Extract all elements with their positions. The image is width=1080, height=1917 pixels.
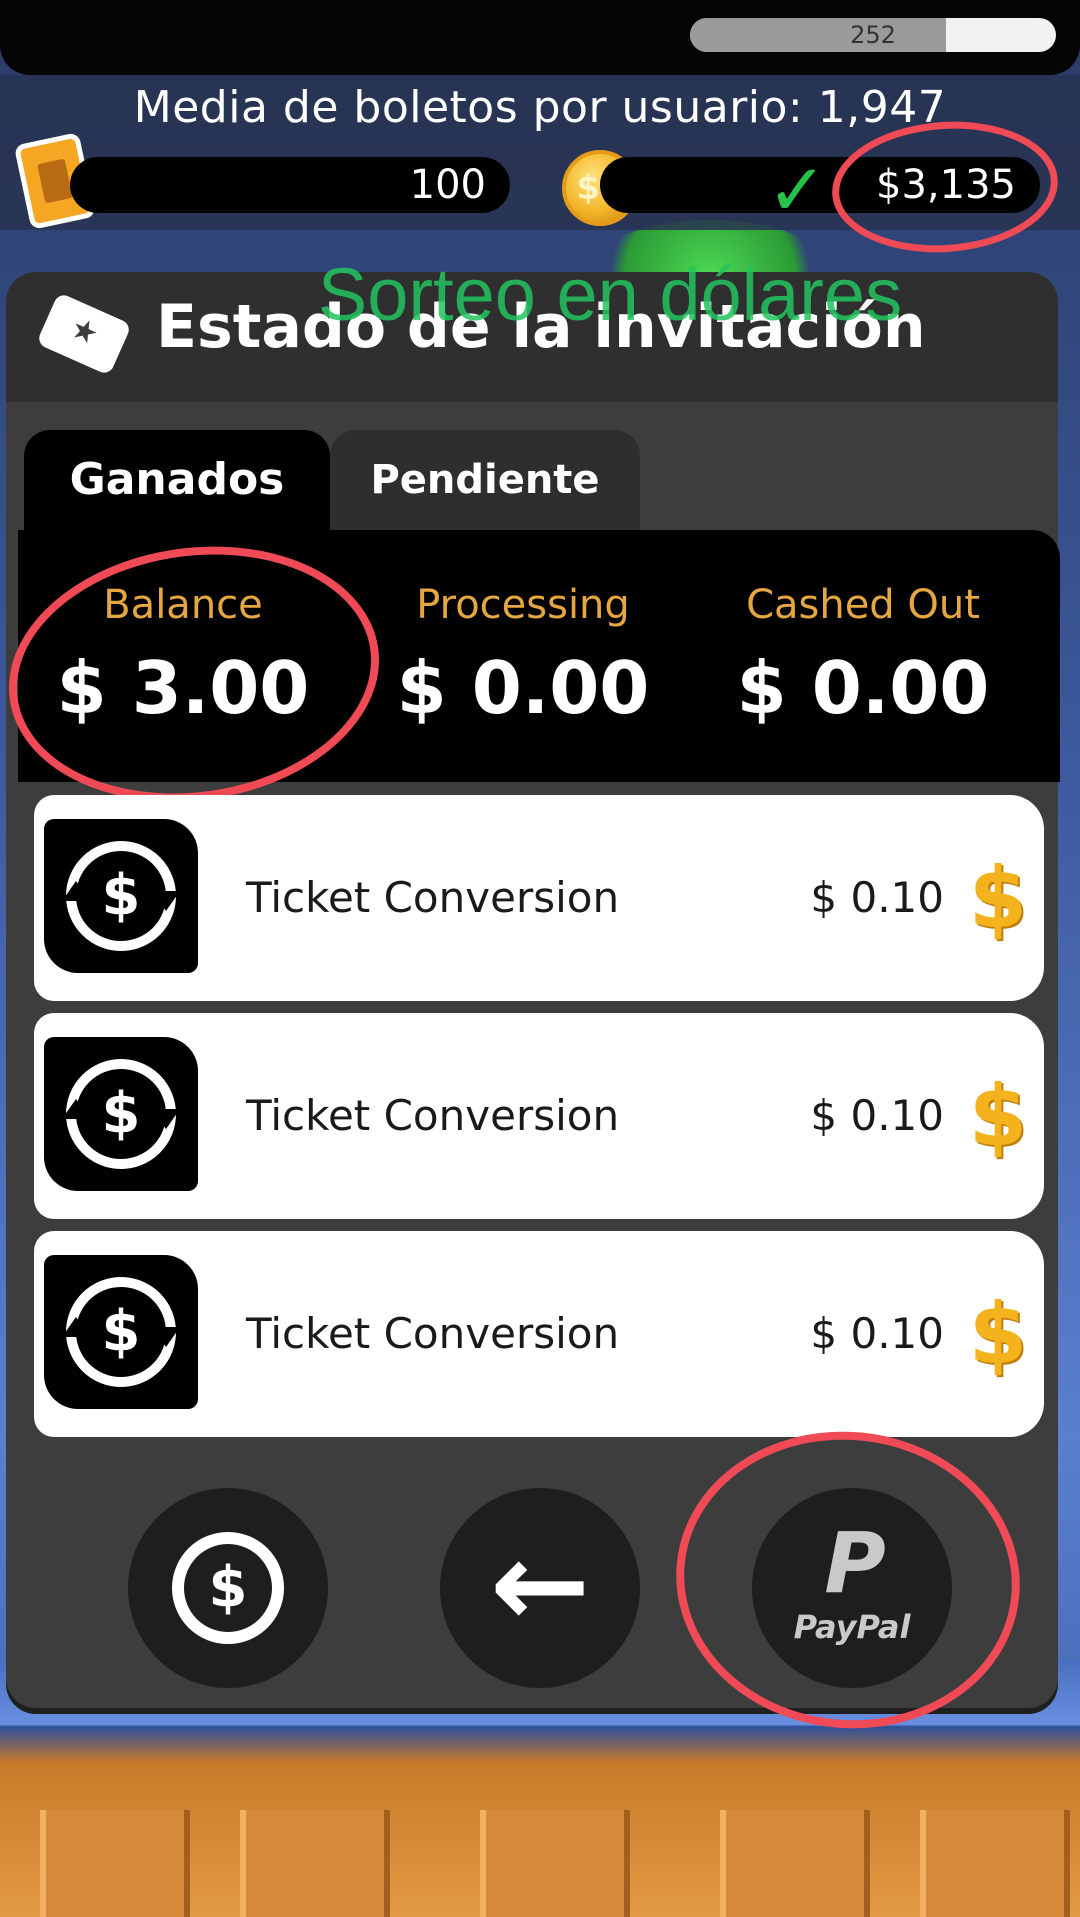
top-bar: 252	[0, 0, 1080, 75]
tickets-counter: 100	[70, 157, 510, 213]
row-label: Ticket Conversion	[246, 1091, 620, 1140]
cashed-out-value: $ 0.00	[736, 646, 990, 730]
processing-value: $ 0.00	[396, 646, 650, 730]
gold-dollar-icon: $	[968, 1067, 1028, 1165]
row-label: Ticket Conversion	[246, 1309, 620, 1358]
level-progress-bar: 252	[690, 18, 1056, 52]
conversion-icon: $	[44, 819, 198, 973]
ticket-star-icon	[36, 292, 132, 376]
overlay-note: Sorteo en dólares	[317, 253, 903, 336]
level-value: 252	[850, 21, 896, 49]
summary-processing: Processing $ 0.00	[358, 530, 688, 782]
transaction-list: $ Ticket Conversion $ 0.10 $ $ Ticket Co…	[34, 795, 1044, 1449]
conversion-icon: $	[44, 1037, 198, 1191]
conversion-icon: $	[44, 1255, 198, 1409]
tab-pendiente[interactable]: Pendiente	[330, 430, 640, 530]
arrow-left-icon: ←	[489, 1516, 591, 1655]
list-item: $ Ticket Conversion $ 0.10 $	[34, 795, 1044, 1001]
gold-dollar-icon: $	[968, 1285, 1028, 1383]
processing-label: Processing	[416, 582, 630, 628]
tab-ganados[interactable]: Ganados	[24, 430, 330, 530]
convert-icon: $	[172, 1532, 284, 1644]
summary-cashed-out: Cashed Out $ 0.00	[698, 530, 1028, 782]
gold-dollar-icon: $	[968, 849, 1028, 947]
cashed-out-label: Cashed Out	[746, 582, 980, 628]
check-icon: ✓	[766, 148, 828, 232]
row-amount: $ 0.10	[810, 1091, 944, 1140]
list-item: $ Ticket Conversion $ 0.10 $	[34, 1013, 1044, 1219]
list-item: $ Ticket Conversion $ 0.10 $	[34, 1231, 1044, 1437]
row-label: Ticket Conversion	[246, 873, 620, 922]
row-amount: $ 0.10	[810, 873, 944, 922]
row-amount: $ 0.10	[810, 1309, 944, 1358]
convert-button[interactable]: $	[128, 1488, 328, 1688]
back-button[interactable]: ←	[440, 1488, 640, 1688]
